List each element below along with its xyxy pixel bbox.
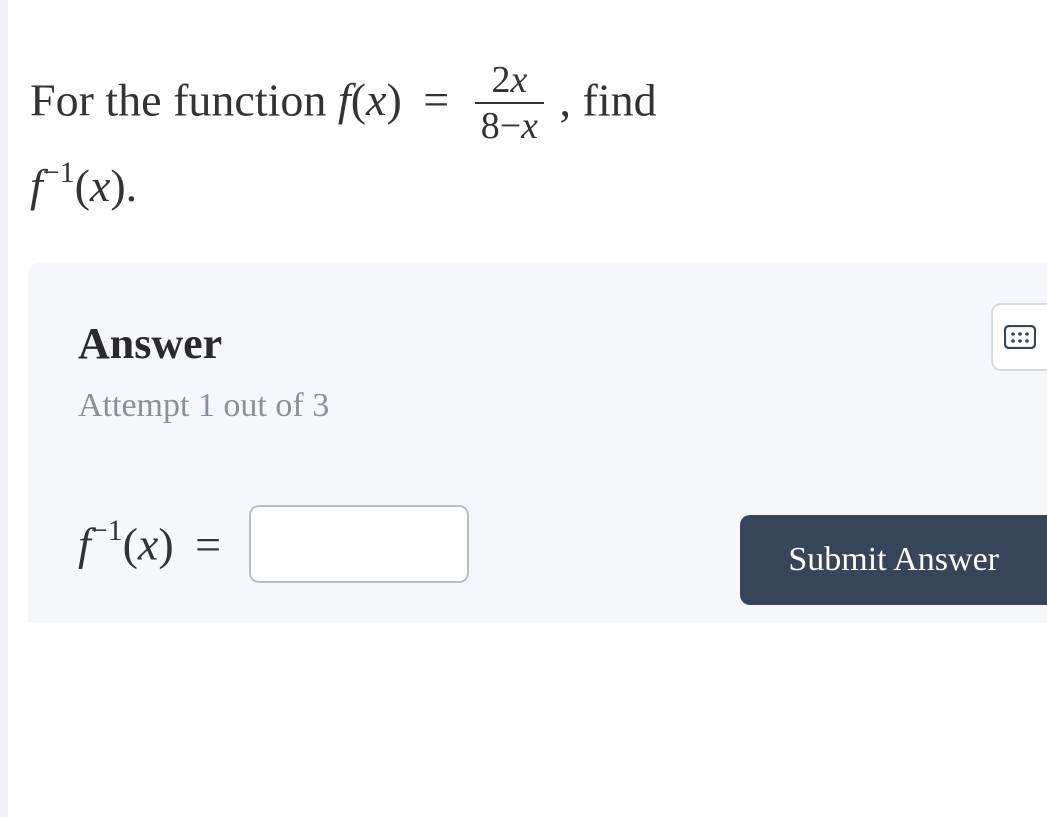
keypad-button[interactable] [991, 303, 1047, 371]
answer-heading: Answer [78, 318, 1047, 369]
answer-label: f−1(x) = [78, 517, 231, 570]
function-expression: f(x) = 2x 8−x [338, 74, 560, 125]
keypad-icon [1004, 325, 1036, 349]
fraction: 2x 8−x [475, 60, 544, 149]
inverse-function-notation: f−1(x). [30, 160, 137, 211]
submit-answer-button[interactable]: Submit Answer [740, 515, 1047, 605]
question-text: For the function f(x) = 2x 8−x , find f−… [0, 0, 1047, 263]
question-suffix: , find [560, 74, 657, 125]
fraction-denominator: 8−x [475, 102, 544, 150]
left-divider [0, 0, 8, 817]
attempt-counter: Attempt 1 out of 3 [78, 387, 1047, 425]
answer-panel: Answer Attempt 1 out of 3 f−1(x) = Submi… [28, 263, 1047, 623]
fraction-numerator: 2x [475, 60, 544, 102]
answer-input[interactable] [249, 505, 469, 583]
question-prefix: For the function [30, 74, 338, 125]
